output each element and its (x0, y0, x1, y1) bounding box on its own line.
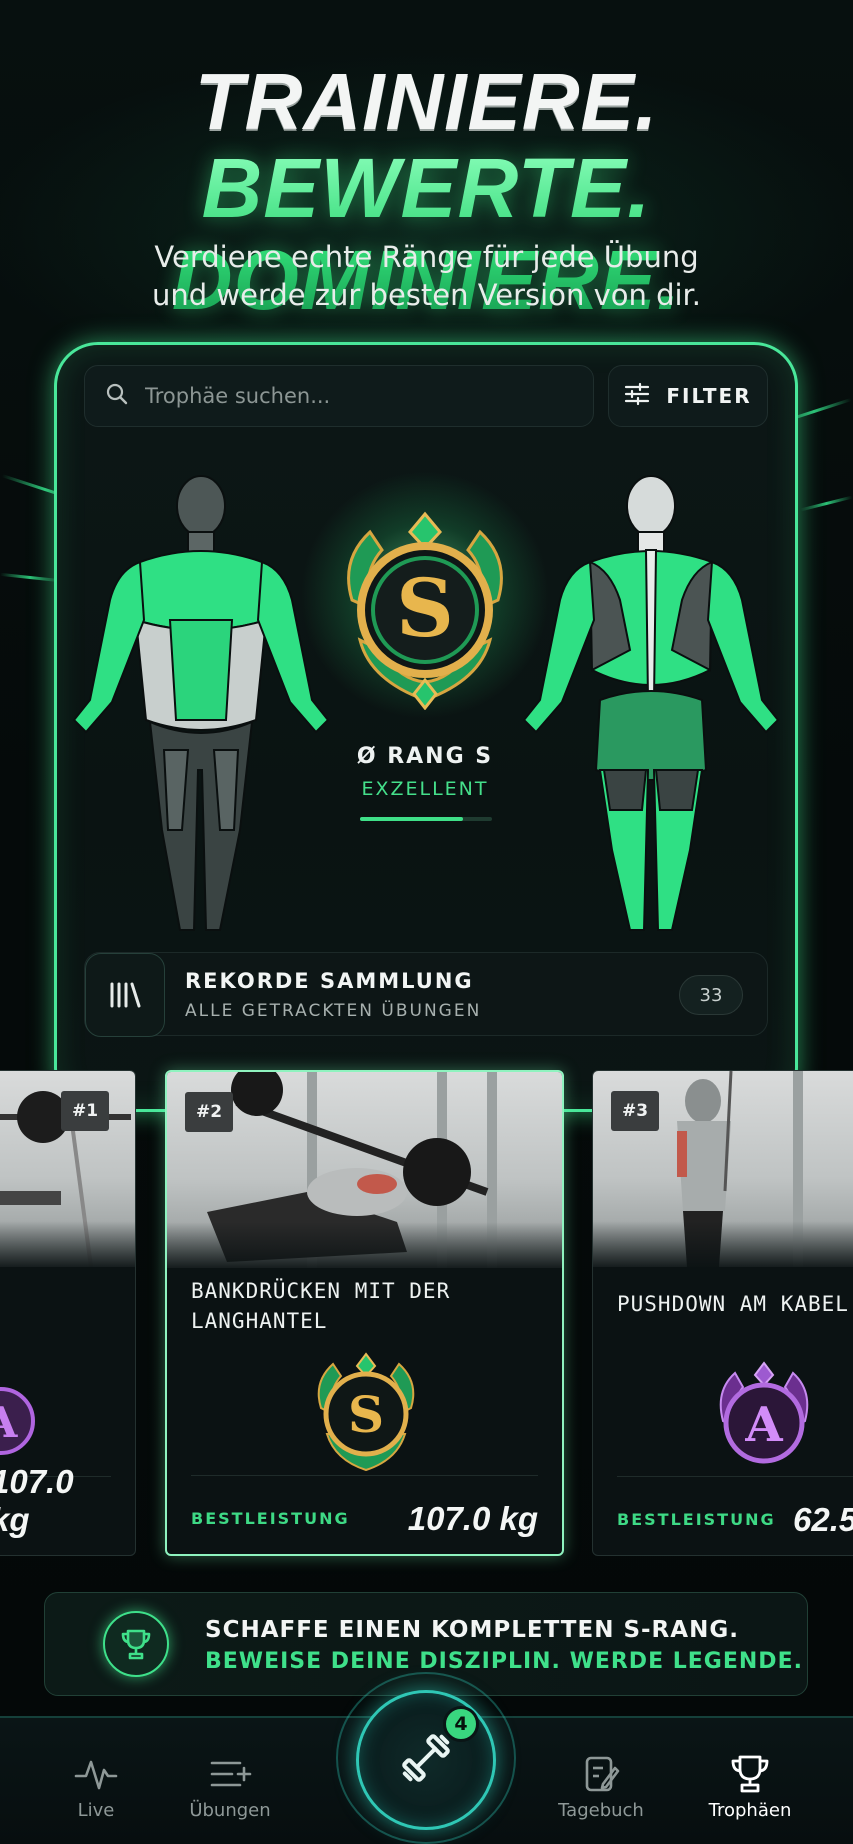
tab-exercises[interactable]: Übungen (160, 1752, 300, 1821)
sliders-icon (624, 382, 650, 411)
card-best-value: 107.0 kg (407, 1500, 538, 1537)
tab-diary[interactable]: Tagebuch (531, 1752, 671, 1821)
tab-label: Live (77, 1800, 115, 1821)
best-performance-label: BESTLEISTUNG (617, 1510, 776, 1529)
rank-a-emblem: A (0, 1381, 37, 1465)
rank-progress-bar (360, 817, 492, 821)
rank-letter: S (396, 561, 454, 655)
notebook-icon (531, 1752, 671, 1796)
back-body-figure[interactable] (520, 470, 782, 944)
card-rank-badge: #3 (611, 1091, 659, 1131)
library-icon (85, 953, 165, 1037)
card-best-value: 107.0 kg (0, 1463, 74, 1538)
tab-label: Übungen (189, 1800, 271, 1821)
start-workout-button[interactable] (356, 1690, 496, 1830)
card-rank-badge: #2 (185, 1092, 233, 1132)
filter-button[interactable]: FILTER (608, 365, 768, 427)
rank-rating-label: EXZELLENT (361, 778, 489, 800)
average-rank-label: Ø RANG S (356, 744, 494, 769)
notification-badge: 4 (443, 1706, 479, 1742)
challenge-title: SCHAFFE EINEN KOMPLETTEN S-RANG. (205, 1617, 739, 1643)
rank-a-emblem: A (711, 1361, 817, 1485)
tab-trophies[interactable]: Trophäen (680, 1752, 820, 1821)
pulse-icon (26, 1752, 166, 1796)
exercise-name: PUSHDOWN AM KABEL (617, 1292, 849, 1316)
trophy-icon (103, 1611, 169, 1677)
filter-label: FILTER (666, 384, 752, 408)
exercise-card[interactable]: #3 PUSHDOWN AM KABEL A BESTLEISTUNG 62.5 (592, 1070, 853, 1556)
rank-emblem[interactable]: S (330, 510, 520, 714)
records-count-badge: 33 (679, 975, 743, 1015)
trophy-icon (680, 1752, 820, 1796)
hero-subtitle-line1: Verdiene echte Ränge für jede Übung (154, 240, 699, 274)
rank-s-emblem: S (307, 1352, 425, 1480)
tab-live[interactable]: Live (26, 1752, 166, 1821)
list-add-icon (160, 1752, 300, 1796)
exercise-name: BANKDRÜCKEN MIT DER LANGHANTEL (191, 1279, 451, 1333)
hero-title-line1: TRAINIERE. (194, 57, 659, 146)
records-title: REKORDE SAMMLUNG (185, 969, 474, 993)
challenge-subtitle: BEWEISE DEINE DISZIPLIN. WERDE LEGENDE. (205, 1649, 803, 1674)
search-icon (105, 382, 129, 410)
card-rank-badge: #1 (61, 1091, 109, 1131)
hero-subtitle-line2: und werde zur besten Version von dir. (151, 278, 702, 312)
records-collection-row[interactable]: REKORDE SAMMLUNG ALLE GETRACKTEN ÜBUNGEN… (84, 952, 768, 1037)
exercise-card[interactable]: #2 BANKDRÜCKEN MIT DER LANGHANTEL S BEST… (165, 1070, 564, 1556)
best-performance-label: BESTLEISTUNG (191, 1509, 350, 1528)
records-subtitle: ALLE GETRACKTEN ÜBUNGEN (185, 1001, 482, 1021)
svg-text:S: S (348, 1385, 384, 1444)
search-input[interactable] (145, 384, 565, 408)
svg-text:A: A (0, 1398, 19, 1447)
svg-text:A: A (744, 1397, 783, 1453)
card-best-value: 62.5 (793, 1501, 853, 1538)
tab-label: Tagebuch (558, 1800, 644, 1821)
search-bar[interactable] (84, 365, 594, 427)
exercise-card[interactable]: #1 A 107.0 kg (0, 1070, 136, 1556)
front-body-figure[interactable] (70, 470, 332, 944)
tab-label: Trophäen (708, 1800, 792, 1821)
